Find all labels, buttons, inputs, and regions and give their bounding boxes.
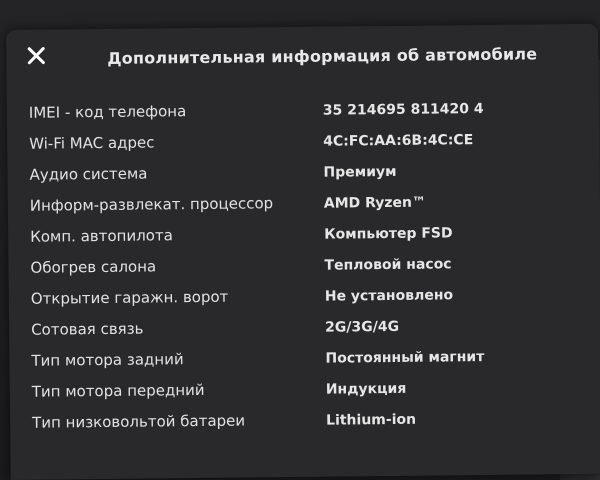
info-label: Информ-развлекат. процессор — [29, 194, 274, 215]
info-label: Обогрев салона — [30, 257, 157, 277]
info-label: Открытие гаражн. ворот — [30, 287, 229, 308]
close-icon — [27, 47, 45, 65]
info-value: Тепловой насос — [324, 256, 452, 274]
info-value: Lithium-ion — [326, 411, 417, 429]
info-list: IMEI - код телефона 35 214695 811420 4 W… — [29, 98, 593, 445]
info-value: Премиум — [323, 163, 397, 181]
info-row-lv-battery: Тип низковольтой батареи Lithium-ion — [32, 408, 592, 445]
info-label: Тип низковольтой батареи — [32, 411, 246, 432]
info-value: 2G/3G/4G — [325, 318, 400, 336]
info-label: Аудио система — [29, 164, 148, 184]
info-value: Постоянный магнит — [325, 349, 485, 367]
info-value: Компьютер FSD — [324, 225, 453, 243]
dialog-title: Дополнительная информация об автомобиле — [107, 44, 538, 68]
info-label: IMEI - код телефона — [28, 102, 187, 122]
info-label: Сотовая связь — [31, 319, 144, 339]
info-value: AMD Ryzen™ — [323, 194, 427, 212]
info-label: Тип мотора передний — [31, 380, 205, 401]
info-value: Не установлено — [324, 287, 454, 305]
info-value: 4C:FC:AA:6B:4C:CE — [323, 132, 474, 150]
info-value: Индукция — [325, 380, 407, 398]
info-label: Wi-Fi MAC адрес — [29, 133, 155, 153]
info-label: Тип мотора задний — [31, 350, 184, 370]
close-button[interactable] — [24, 44, 48, 68]
info-value: 35 214695 811420 4 — [322, 101, 484, 119]
vehicle-info-dialog: Дополнительная информация об автомобиле … — [6, 23, 600, 480]
info-label: Комп. автопилота — [30, 226, 173, 246]
